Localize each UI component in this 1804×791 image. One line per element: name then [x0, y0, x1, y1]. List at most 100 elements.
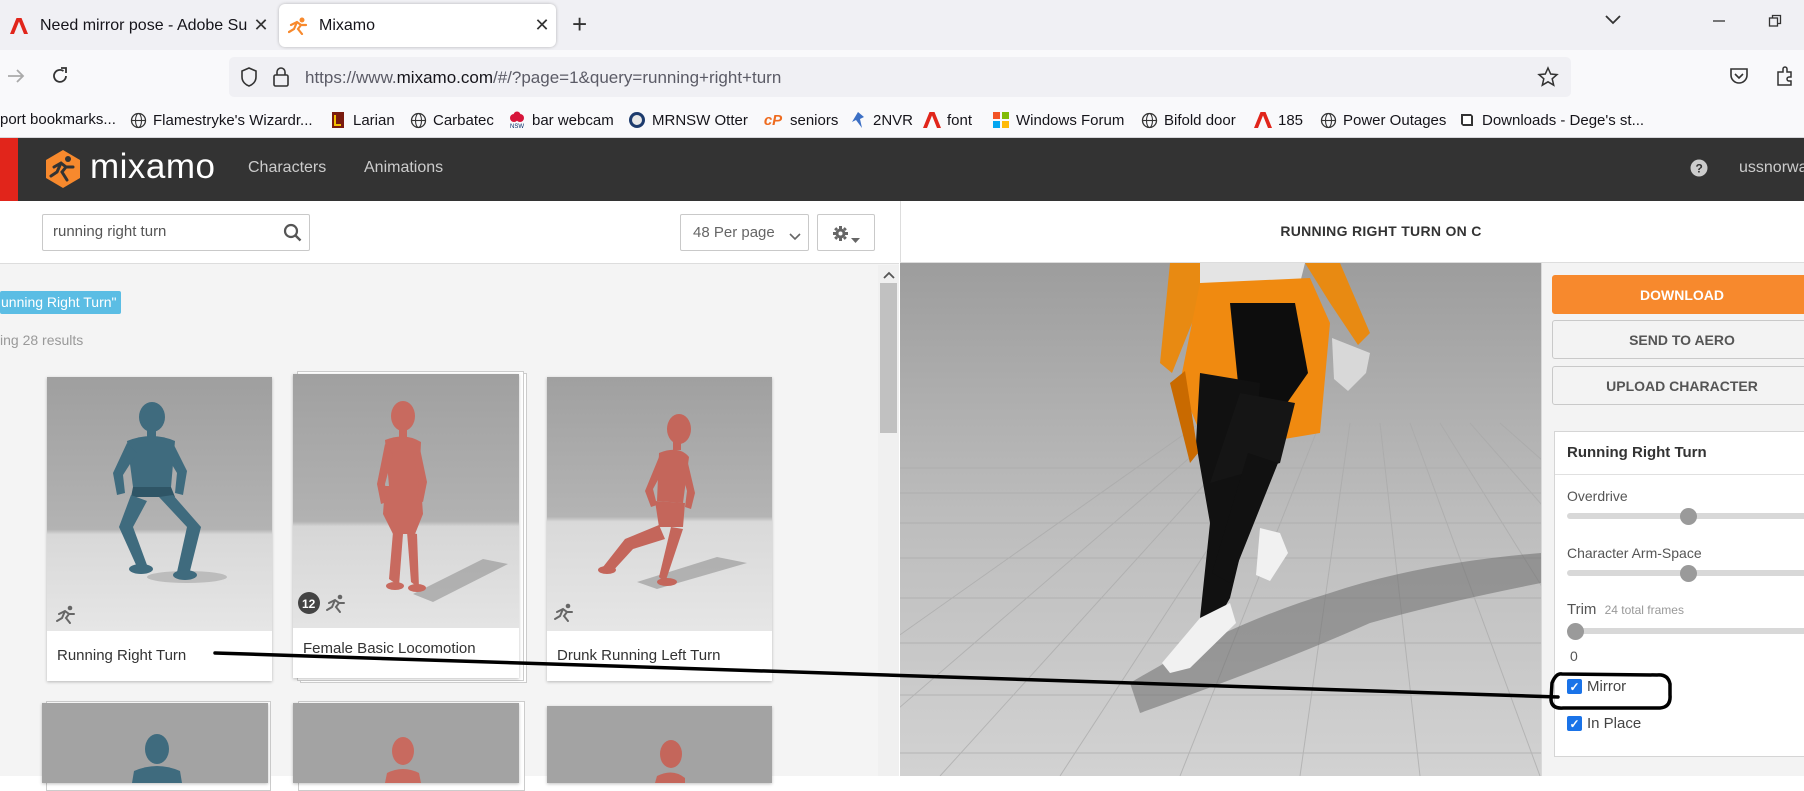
mirror-label: Mirror	[1587, 678, 1627, 695]
animation-card[interactable]	[42, 703, 268, 783]
3d-viewport[interactable]	[900, 263, 1541, 776]
search-input[interactable]	[53, 223, 273, 240]
mixamo-header: mixamo Characters Animations ? ussnorwa	[0, 138, 1804, 228]
bookmark-item[interactable]: 185	[1254, 111, 1303, 129]
animation-card-title[interactable]: Running Right Turn	[57, 647, 186, 664]
search-box[interactable]	[42, 214, 310, 251]
browser-toolbar: https://www.mixamo.com/#/?page=1&query=r…	[0, 50, 1804, 106]
animation-thumbnail	[293, 703, 519, 783]
globe-icon	[409, 111, 427, 129]
trim-slider-knob[interactable]	[1567, 623, 1584, 640]
lock-icon[interactable]	[272, 66, 290, 93]
tab-list-icon[interactable]	[1604, 10, 1622, 31]
bookmark-item[interactable]: NSW bar webcam	[508, 111, 614, 129]
animation-thumbnail	[47, 377, 272, 631]
animation-settings-panel: DOWNLOAD SEND TO AERO UPLOAD CHARACTER R…	[1541, 263, 1804, 776]
per-page-select[interactable]: 48 Per page	[680, 214, 809, 251]
shield-icon[interactable]	[239, 66, 259, 93]
trim-slider[interactable]	[1567, 628, 1804, 634]
svg-text:?: ?	[1696, 162, 1703, 176]
adobe-icon	[1254, 111, 1272, 129]
bookmark-item[interactable]: Carbatec	[409, 111, 494, 129]
overdrive-slider-knob[interactable]	[1680, 508, 1697, 525]
in-place-checkbox[interactable]: ✓	[1567, 716, 1582, 731]
arm-space-slider-knob[interactable]	[1680, 565, 1697, 582]
bookmark-item[interactable]: Flamestryke's Wizardr...	[129, 111, 313, 129]
browser-tab-mixamo[interactable]: Mixamo ✕	[279, 4, 556, 47]
settings-dropdown-button[interactable]	[817, 214, 875, 251]
bookmark-item[interactable]: Downloads - Dege's st...	[1458, 111, 1644, 129]
results-count: ing 28 results	[0, 332, 84, 348]
bookmark-item[interactable]: 2NVR	[849, 111, 913, 129]
svg-text:NSW: NSW	[510, 124, 524, 129]
extensions-icon[interactable]	[1775, 65, 1795, 92]
trim-label: Trim 24 total frames	[1567, 601, 1684, 618]
bookmark-star-icon[interactable]	[1537, 66, 1559, 93]
restore-icon[interactable]	[1768, 12, 1782, 33]
close-tab-icon[interactable]: ✕	[247, 15, 275, 36]
bookmarks-bar: port bookmarks... Flamestryke's Wizardr.…	[0, 106, 1804, 138]
bookmark-item[interactable]: port bookmarks...	[0, 111, 116, 128]
animation-thumbnail	[547, 377, 772, 631]
browser-tab-bar: Need mirror pose - Adobe Supp ✕ Mixamo ✕…	[0, 0, 1804, 50]
bookmark-item[interactable]: Bifold door	[1140, 111, 1236, 129]
bookmark-item[interactable]: Windows Forum	[992, 111, 1124, 129]
bookmark-item[interactable]: font	[923, 111, 972, 129]
adobe-icon	[923, 111, 941, 129]
send-to-aero-button[interactable]: SEND TO AERO	[1552, 320, 1804, 359]
forward-icon[interactable]	[6, 66, 26, 91]
minimize-icon[interactable]	[1712, 12, 1726, 33]
mixamo-logo-text[interactable]: mixamo	[90, 147, 216, 187]
close-tab-icon[interactable]: ✕	[528, 15, 556, 36]
trim-frames: 24 total frames	[1604, 603, 1684, 617]
chevron-down-icon	[789, 228, 801, 245]
bookmark-item[interactable]: MRNSW Otter	[628, 111, 748, 129]
animation-card[interactable]	[547, 706, 772, 783]
scrollbar-thumb[interactable]	[880, 283, 897, 433]
animation-thumbnail	[547, 706, 772, 783]
bookmark-item[interactable]: Power Outages	[1319, 111, 1446, 129]
overdrive-label: Overdrive	[1567, 488, 1628, 504]
question-icon[interactable]: ?	[1690, 159, 1708, 182]
nav-characters[interactable]: Characters	[248, 159, 326, 177]
divider	[1555, 474, 1804, 475]
browser-tab-adobe[interactable]: Need mirror pose - Adobe Supp ✕	[0, 4, 275, 47]
nav-animations[interactable]: Animations	[364, 159, 443, 177]
bookmark-item[interactable]: cP seniors	[762, 111, 839, 129]
upload-character-button[interactable]: UPLOAD CHARACTER	[1552, 366, 1804, 405]
mirror-checkbox[interactable]: ✓	[1567, 679, 1582, 694]
search-icon[interactable]	[283, 223, 302, 247]
mirror-checkbox-row[interactable]: ✓ Mirror	[1567, 678, 1626, 695]
reload-icon[interactable]	[50, 66, 70, 91]
globe-icon	[1140, 111, 1158, 129]
animation-title: RUNNING RIGHT TURN ON C	[1280, 223, 1482, 239]
tab-title: Mixamo	[319, 16, 376, 34]
animation-thumbnail	[42, 703, 268, 783]
animation-card[interactable]: Drunk Running Left Turn	[547, 377, 772, 681]
preview-title-bar: RUNNING RIGHT TURN ON C	[900, 201, 1804, 263]
adobe-icon	[9, 16, 29, 36]
tab-title: Need mirror pose - Adobe Supp	[40, 16, 247, 34]
animation-card[interactable]	[293, 703, 519, 783]
animation-card[interactable]: 12 Female Basic Locomotion	[293, 374, 519, 678]
pocket-icon[interactable]	[1729, 67, 1749, 90]
search-chip[interactable]: unning Right Turn"	[0, 291, 121, 314]
animation-thumbnail: 12	[293, 374, 519, 628]
cp-icon: cP	[763, 111, 783, 129]
animation-card-title[interactable]: Drunk Running Left Turn	[557, 647, 720, 664]
per-page-value: 48 Per page	[693, 224, 775, 241]
svg-text:12: 12	[302, 597, 316, 611]
globe-icon	[1319, 111, 1337, 129]
in-place-checkbox-row[interactable]: ✓ In Place	[1567, 715, 1641, 732]
mixamo-logo-icon[interactable]	[43, 149, 83, 194]
new-tab-icon[interactable]: +	[572, 9, 587, 40]
download-button[interactable]: DOWNLOAD	[1552, 275, 1804, 314]
bookmark-item[interactable]: Larian	[329, 111, 395, 129]
address-bar[interactable]: https://www.mixamo.com/#/?page=1&query=r…	[229, 57, 1571, 97]
mixamo-icon	[288, 16, 308, 36]
animation-card-title[interactable]: Female Basic Locomotion	[303, 640, 476, 657]
search-row: 48 Per page	[0, 201, 899, 264]
windows-icon	[992, 111, 1010, 129]
animation-card[interactable]: Running Right Turn	[47, 377, 272, 681]
user-name[interactable]: ussnorwa	[1739, 159, 1804, 177]
